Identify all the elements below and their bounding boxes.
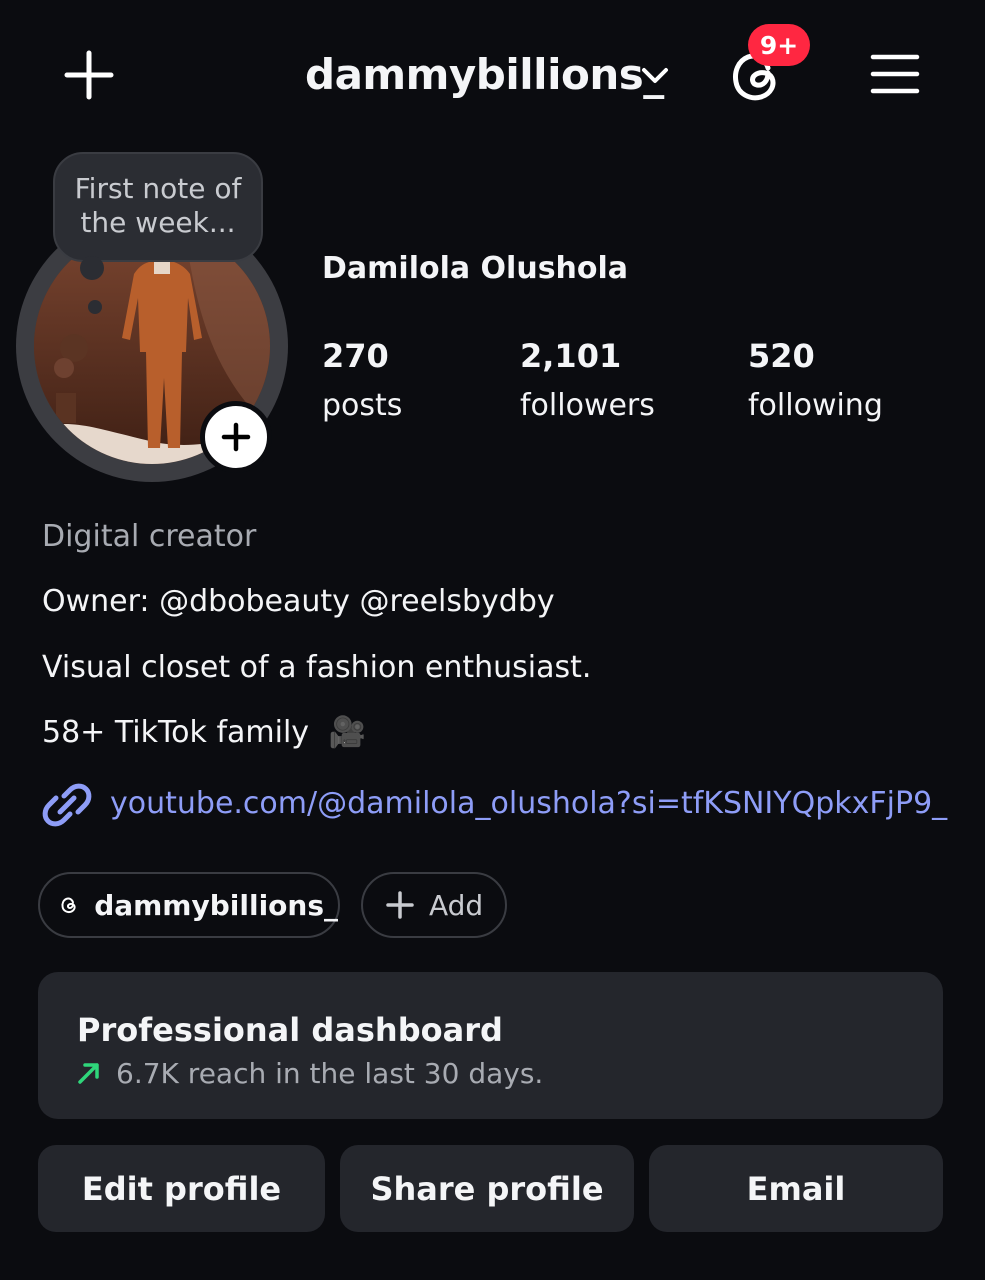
profile-category: Digital creator [42, 519, 257, 554]
followers-label[interactable]: followers [520, 386, 655, 426]
note-bubble-tail-small [88, 300, 102, 314]
notification-badge: 9+ [748, 24, 810, 66]
account-switcher[interactable] [640, 64, 670, 88]
posts-count[interactable]: 270 [322, 336, 389, 376]
share-profile-button[interactable]: Share profile [340, 1145, 634, 1232]
plus-icon [64, 50, 114, 100]
threads-icon [61, 897, 76, 914]
dashboard-title: Professional dashboard [77, 1011, 503, 1049]
add-label: Add [429, 888, 484, 922]
threads-handle: dammybillions_ [94, 888, 338, 922]
following-label[interactable]: following [748, 386, 883, 426]
bio-line-description: Visual closet of a fashion enthusiast. [42, 650, 592, 685]
create-button[interactable] [64, 50, 114, 100]
plus-icon [221, 422, 251, 452]
followers-count[interactable]: 2,101 [520, 336, 621, 376]
bio-link[interactable]: youtube.com/@damilola_olushola?si=tfKSNI… [110, 784, 947, 824]
threads-profile-pill[interactable]: dammybillions_ [38, 872, 340, 938]
bio-line-owner[interactable]: Owner: @dbobeauty @reelsbydby [42, 583, 555, 621]
dashboard-reach-text: 6.7K reach in the last 30 days. [116, 1057, 544, 1090]
edit-profile-button[interactable]: Edit profile [38, 1145, 325, 1232]
menu-icon [870, 54, 920, 94]
note-bubble[interactable]: First note of the week... [53, 152, 263, 262]
link-icon [40, 778, 94, 832]
profile-full-name: Damilola Olushola [322, 251, 629, 286]
note-bubble-tail [80, 256, 104, 280]
posts-label[interactable]: posts [322, 386, 402, 426]
bio-tiktok-text: 58+ TikTok family [42, 715, 310, 750]
add-story-button[interactable] [200, 401, 272, 473]
account-username[interactable]: dammybillions_ [305, 48, 664, 102]
bio-line-tiktok: 58+ TikTok family 🎥 [42, 714, 366, 752]
plus-icon [386, 891, 414, 919]
chevron-down-icon [642, 68, 668, 83]
email-button[interactable]: Email [649, 1145, 943, 1232]
trend-up-arrow-icon [76, 1060, 102, 1086]
menu-button[interactable] [870, 52, 920, 96]
following-count[interactable]: 520 [748, 336, 815, 376]
add-link-button[interactable]: Add [361, 872, 507, 938]
video-camera-icon: 🎥 [328, 715, 366, 750]
